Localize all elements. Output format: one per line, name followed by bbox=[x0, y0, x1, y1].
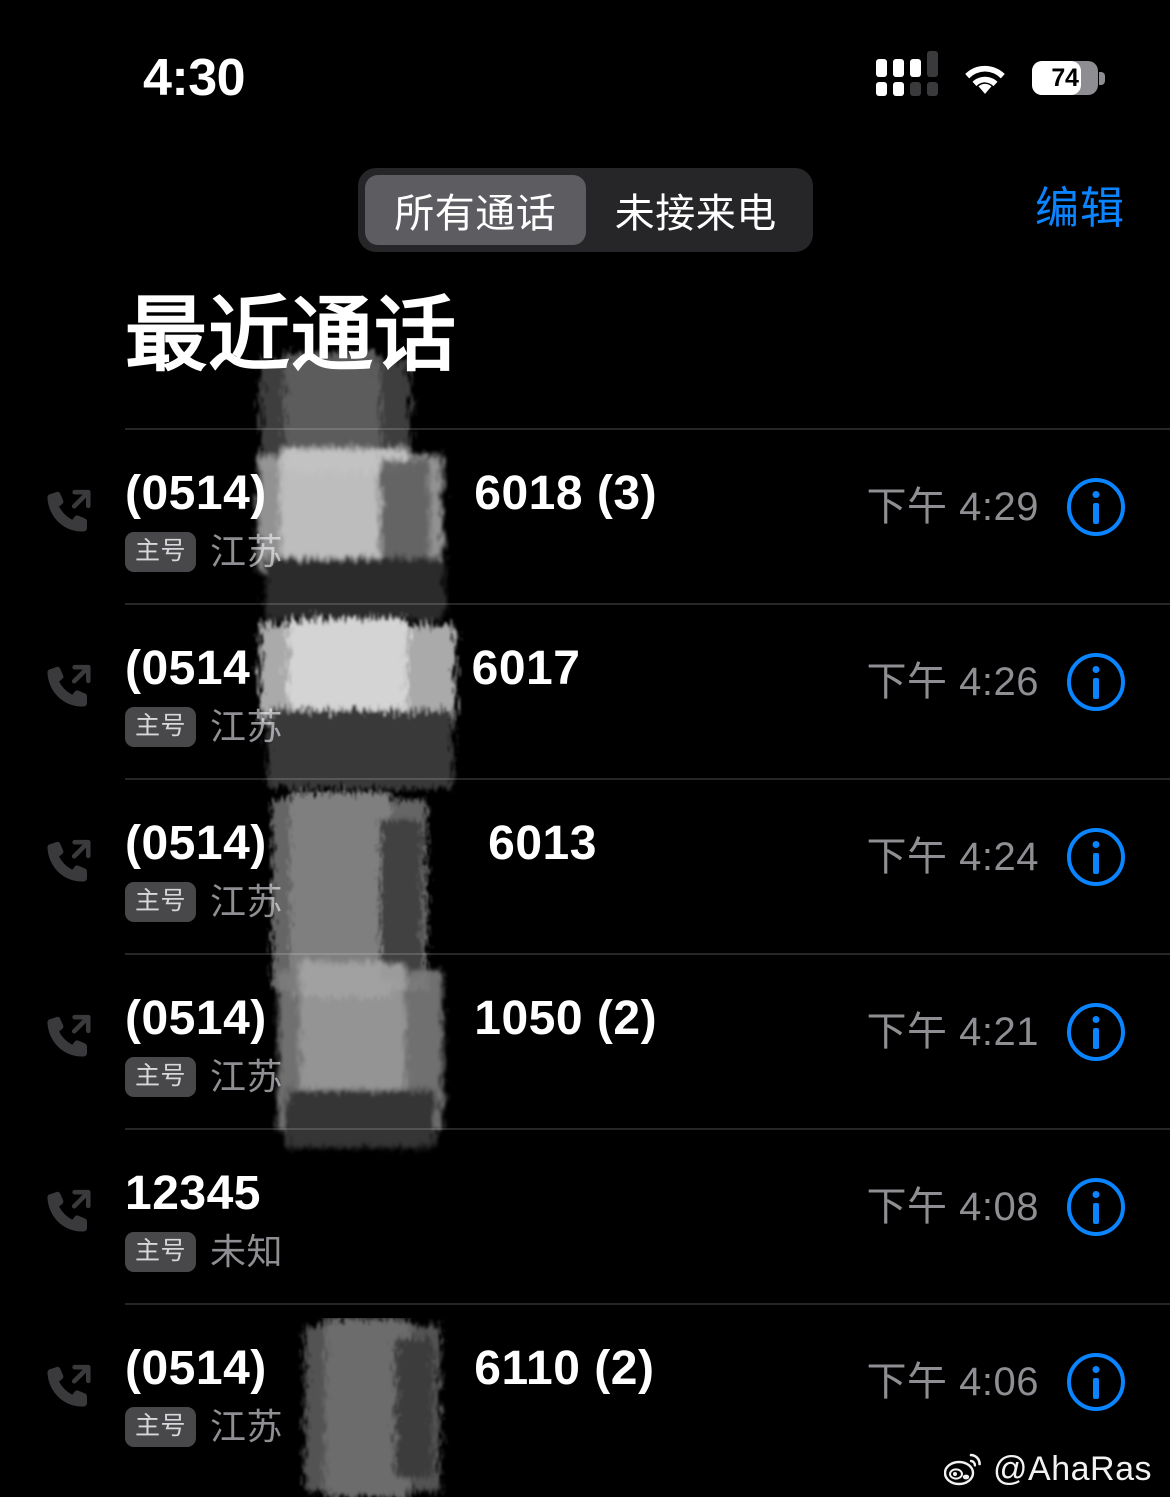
sim-badge: 主号 bbox=[125, 532, 197, 572]
status-bar: 4:30 74 bbox=[0, 0, 1170, 140]
call-time: 下午 4:08 bbox=[866, 1185, 1039, 1229]
page-title: 最近通话 bbox=[125, 290, 458, 381]
call-time: 下午 4:29 bbox=[866, 485, 1039, 529]
weibo-logo-icon bbox=[944, 1453, 981, 1486]
call-list-item[interactable]: 12345 主号 未知 下午 4:08 bbox=[47, 1128, 1170, 1303]
info-circle-icon[interactable] bbox=[1067, 478, 1125, 536]
outgoing-call-icon bbox=[47, 1364, 91, 1407]
call-location: 江苏 bbox=[210, 706, 284, 747]
info-circle-icon[interactable] bbox=[1067, 1178, 1125, 1236]
call-row-subtitle: 主号 未知 bbox=[125, 1230, 283, 1274]
call-filter-segmented-control[interactable]: 所有通话 未接来电 bbox=[358, 168, 813, 252]
call-number: (0514 6017 bbox=[125, 642, 581, 695]
call-row-main: (0514) 6018 (3) 主号 江苏 bbox=[125, 462, 657, 574]
call-row-trailing: 下午 4:21 bbox=[867, 1003, 1125, 1061]
sim-badge: 主号 bbox=[125, 707, 197, 747]
cellular-signal-icon bbox=[876, 51, 938, 97]
watermark: @AhaRas bbox=[944, 1449, 1152, 1489]
outgoing-call-icon bbox=[47, 664, 91, 707]
outgoing-call-icon bbox=[47, 1014, 91, 1057]
wifi-icon bbox=[965, 65, 1005, 94]
outgoing-call-icon bbox=[47, 1189, 91, 1232]
call-row-main: (0514) 6013 主号 江苏 bbox=[125, 812, 597, 924]
info-circle-icon[interactable] bbox=[1067, 653, 1125, 711]
sim-badge: 主号 bbox=[125, 1407, 197, 1447]
call-row-subtitle: 主号 江苏 bbox=[125, 1055, 657, 1099]
sim-badge: 主号 bbox=[125, 1057, 197, 1097]
status-bar-indicators: 74 bbox=[876, 51, 1105, 104]
call-row-subtitle: 主号 江苏 bbox=[125, 530, 657, 574]
call-location: 江苏 bbox=[210, 531, 284, 572]
call-row-trailing: 下午 4:29 bbox=[867, 478, 1125, 536]
call-row-trailing: 下午 4:08 bbox=[867, 1178, 1125, 1236]
call-list-item[interactable]: (0514) 1050 (2) 主号 江苏 下午 4:21 bbox=[47, 953, 1170, 1128]
info-circle-icon[interactable] bbox=[1067, 1003, 1125, 1061]
call-number: 12345 bbox=[125, 1167, 261, 1220]
call-location: 江苏 bbox=[210, 1406, 284, 1447]
call-row-main: 12345 主号 未知 bbox=[125, 1162, 283, 1274]
call-row-subtitle: 主号 江苏 bbox=[125, 1405, 654, 1449]
call-time: 下午 4:06 bbox=[866, 1360, 1039, 1404]
call-number: (0514) 6013 bbox=[125, 817, 597, 870]
call-time: 下午 4:24 bbox=[866, 835, 1039, 879]
watermark-handle: @AhaRas bbox=[993, 1450, 1152, 1488]
edit-button[interactable]: 编辑 bbox=[1035, 178, 1125, 240]
status-bar-clock: 4:30 bbox=[143, 49, 246, 107]
call-location: 江苏 bbox=[210, 1056, 284, 1097]
call-row-trailing: 下午 4:24 bbox=[867, 828, 1125, 886]
call-location: 未知 bbox=[210, 1231, 284, 1272]
call-time: 下午 4:26 bbox=[866, 660, 1039, 704]
sim-badge: 主号 bbox=[125, 1232, 197, 1272]
info-circle-icon[interactable] bbox=[1067, 828, 1125, 886]
battery-icon: 74 bbox=[1032, 61, 1105, 95]
call-row-trailing: 下午 4:06 bbox=[867, 1353, 1125, 1411]
sim-badge: 主号 bbox=[125, 882, 197, 922]
call-number: (0514) 6110 (2) bbox=[125, 1342, 655, 1395]
outgoing-call-icon bbox=[47, 839, 91, 882]
info-circle-icon[interactable] bbox=[1067, 1353, 1125, 1411]
call-location: 江苏 bbox=[210, 881, 284, 922]
call-row-trailing: 下午 4:26 bbox=[867, 653, 1125, 711]
battery-percent-label: 74 bbox=[1051, 64, 1079, 92]
recent-calls-list: (0514) 6018 (3) 主号 江苏 下午 4:29 (0514 6017 主号 江苏… bbox=[0, 428, 1170, 1478]
call-number: (0514) 1050 (2) bbox=[125, 992, 658, 1045]
call-list-item[interactable]: (0514 6017 主号 江苏 下午 4:26 bbox=[47, 603, 1170, 778]
call-time: 下午 4:21 bbox=[866, 1010, 1039, 1054]
call-row-main: (0514) 6110 (2) 主号 江苏 bbox=[125, 1337, 654, 1449]
call-row-main: (0514 6017 主号 江苏 bbox=[125, 637, 580, 749]
tab-all-calls[interactable]: 所有通话 bbox=[365, 175, 586, 245]
tab-missed-calls[interactable]: 未接来电 bbox=[586, 175, 807, 245]
call-row-subtitle: 主号 江苏 bbox=[125, 705, 580, 749]
call-row-main: (0514) 1050 (2) 主号 江苏 bbox=[125, 987, 657, 1099]
outgoing-call-icon bbox=[47, 489, 91, 532]
navigation-bar: 所有通话 未接来电 编辑 bbox=[0, 160, 1170, 260]
call-number: (0514) 6018 (3) bbox=[125, 467, 658, 520]
call-list-item[interactable]: (0514) 6018 (3) 主号 江苏 下午 4:29 bbox=[47, 428, 1170, 603]
call-row-subtitle: 主号 江苏 bbox=[125, 880, 597, 924]
call-list-item[interactable]: (0514) 6013 主号 江苏 下午 4:24 bbox=[47, 778, 1170, 953]
